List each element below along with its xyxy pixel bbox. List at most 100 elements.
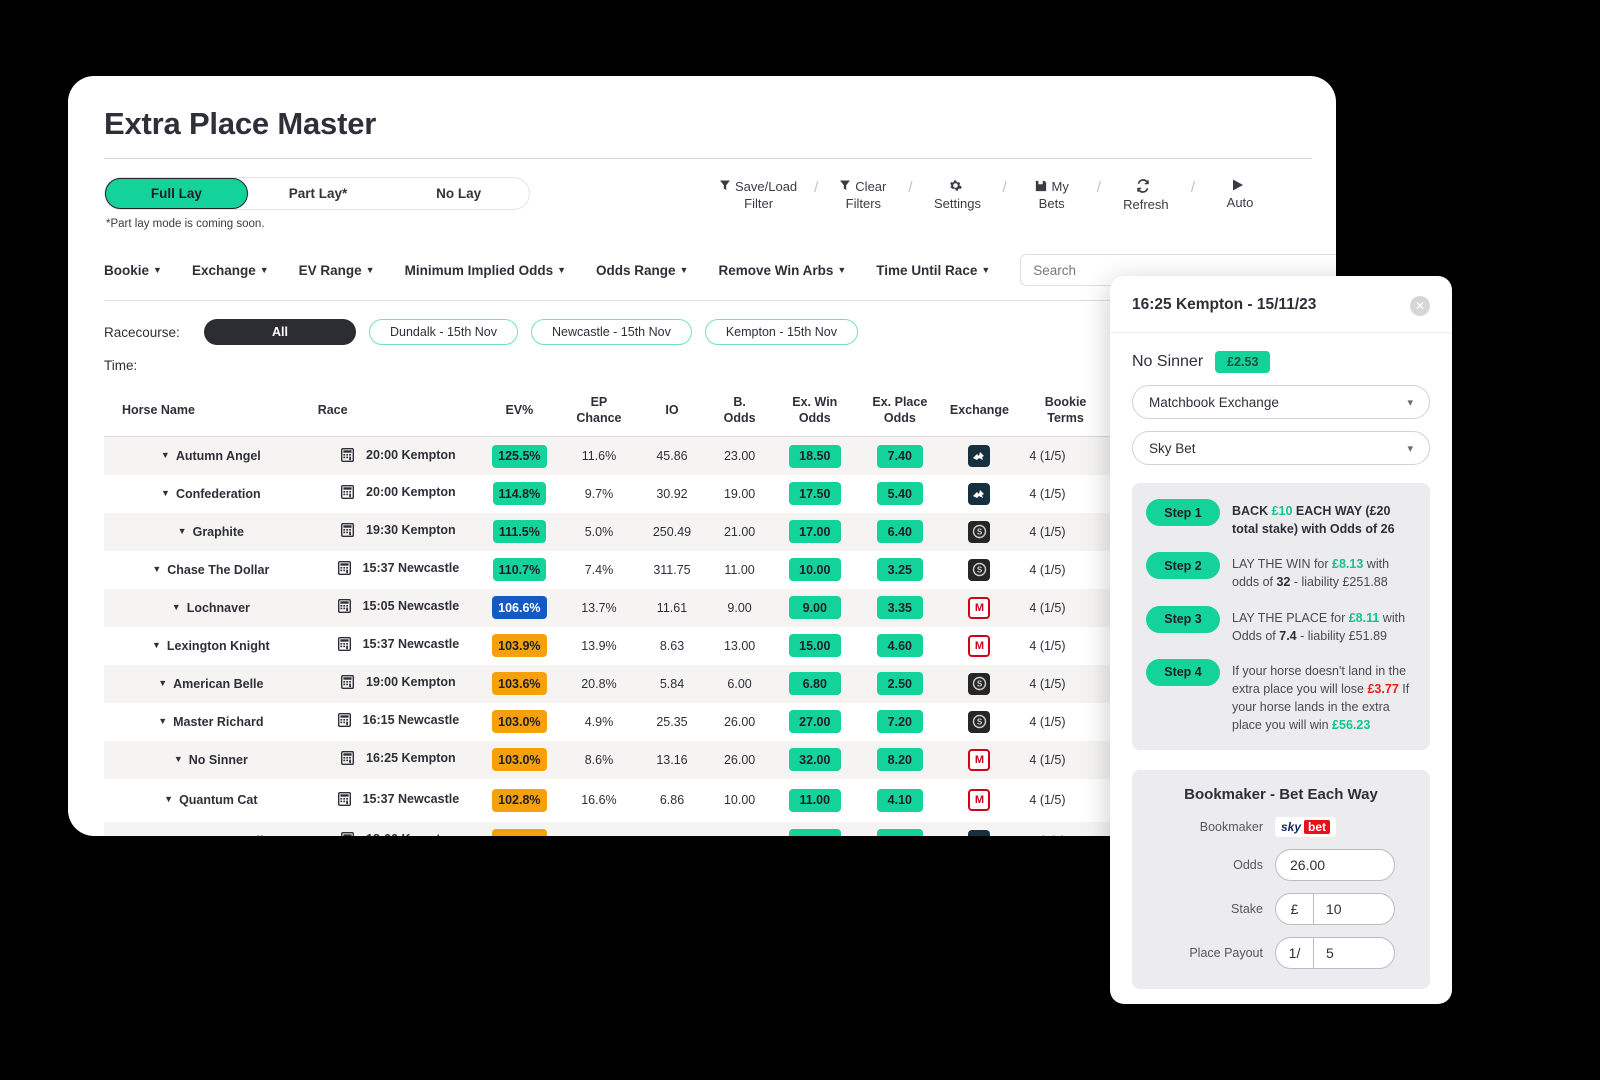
exchange-icon-smarkets[interactable]: S (968, 711, 990, 733)
filter-ev-range[interactable]: EV Range▼ (299, 263, 375, 278)
calculator-icon[interactable] (341, 751, 354, 768)
calculator-icon[interactable] (341, 523, 354, 540)
expand-row-icon[interactable]: ▼ (158, 678, 167, 688)
filter-time-until-race[interactable]: Time Until Race▼ (876, 263, 990, 278)
col-ev[interactable]: EV% (479, 389, 560, 437)
lay-mode-toggle[interactable]: Full Lay Part Lay* No Lay (104, 177, 530, 210)
filter-remove-win-arbs-label: Remove Win Arbs (718, 263, 833, 278)
col-race[interactable]: Race (318, 389, 479, 437)
stake-input[interactable]: 10 (1314, 894, 1394, 924)
step-highlight: 32 (1276, 575, 1290, 589)
exchange-icon-matchbook[interactable]: M (968, 789, 990, 811)
place-payout-input-group[interactable]: 1/ 5 (1275, 937, 1395, 969)
expand-row-icon[interactable]: ▼ (164, 794, 173, 804)
calculator-icon[interactable] (338, 561, 351, 578)
cell-horse-name[interactable]: ▼Confederation (104, 475, 318, 513)
cell-ex-win-odds: 17.00 (773, 513, 856, 551)
cell-ex-place-odds: 13.00 (856, 822, 943, 836)
filter-minimum-implied-odds[interactable]: Minimum Implied Odds▼ (405, 263, 566, 278)
exchange-icon-betfair[interactable] (968, 445, 990, 467)
clear-filters-button[interactable]: Clear Filters (835, 179, 891, 211)
expand-row-icon[interactable]: ▼ (152, 640, 161, 650)
exchange-icon-smarkets[interactable]: S (968, 559, 990, 581)
expand-row-icon[interactable]: ▼ (172, 602, 181, 612)
mode-full-lay[interactable]: Full Lay (105, 178, 248, 209)
bookmaker-select[interactable]: Sky Bet ▾ (1132, 431, 1430, 465)
filter-odds-range[interactable]: Odds Range▼ (596, 263, 688, 278)
refresh-button[interactable]: Refresh (1118, 179, 1174, 212)
exchange-icon-smarkets[interactable]: S (968, 673, 990, 695)
cell-b-odds: 26.00 (706, 703, 774, 741)
cell-ex-win-odds: 15.00 (773, 627, 856, 665)
odds-input[interactable]: 26.00 (1275, 849, 1395, 881)
expand-row-icon[interactable]: ▼ (161, 488, 170, 498)
settings-button[interactable]: Settings (930, 179, 986, 211)
col-b-odds[interactable]: B.Odds (706, 389, 774, 437)
cell-horse-name[interactable]: ▼Lexington Knight (104, 627, 318, 665)
filter-remove-win-arbs[interactable]: Remove Win Arbs▼ (718, 263, 846, 278)
racecourse-chip-all[interactable]: All (204, 319, 356, 345)
cell-horse-name[interactable]: ▼Autumn Angel (104, 437, 318, 475)
ex-win-odds-badge: 15.00 (789, 634, 841, 657)
col-b-odds-l2: Odds (724, 411, 756, 425)
exchange-icon-matchbook[interactable]: M (968, 749, 990, 771)
racecourse-chip-kempton[interactable]: Kempton - 15th Nov (705, 319, 858, 345)
cell-horse-name[interactable]: ▼Quantum Cat (104, 779, 318, 822)
col-ex-win-odds[interactable]: Ex. WinOdds (773, 389, 856, 437)
cell-horse-name[interactable]: ▼Master Richard (104, 703, 318, 741)
place-payout-input[interactable]: 5 (1314, 938, 1394, 968)
ex-place-odds-badge: 4.60 (877, 634, 923, 657)
racecourse-chip-dundalk[interactable]: Dundalk - 15th Nov (369, 319, 518, 345)
ex-place-odds-badge: 6.40 (877, 520, 923, 543)
cell-horse-name[interactable]: ▼Graphite (104, 513, 318, 551)
exchange-select[interactable]: Matchbook Exchange ▾ (1132, 385, 1430, 419)
expand-row-icon[interactable]: ▼ (152, 564, 161, 574)
calculator-icon[interactable] (338, 713, 351, 730)
cell-ex-place-odds: 3.25 (856, 551, 943, 589)
cell-horse-name[interactable]: ▼American Belle (104, 665, 318, 703)
stake-input-group[interactable]: £ 10 (1275, 893, 1395, 925)
col-exchange[interactable]: Exchange (943, 389, 1015, 437)
calculator-icon[interactable] (341, 832, 354, 836)
calculator-icon[interactable] (341, 448, 354, 465)
expand-row-icon[interactable]: ▼ (158, 716, 167, 726)
col-io[interactable]: IO (638, 389, 706, 437)
calculator-icon[interactable] (341, 485, 354, 502)
col-ep-chance[interactable]: EPChance (560, 389, 638, 437)
mode-part-lay[interactable]: Part Lay* (248, 178, 389, 209)
cell-ep-chance: 8.6% (560, 741, 638, 779)
expand-row-icon[interactable]: ▼ (174, 754, 183, 764)
calculator-icon[interactable] (338, 599, 351, 616)
filter-bookie[interactable]: Bookie▼ (104, 263, 162, 278)
exchange-icon-matchbook[interactable]: M (968, 597, 990, 619)
my-bets-button[interactable]: My Bets (1024, 179, 1080, 211)
filter-ev-range-label: EV Range (299, 263, 362, 278)
exchange-icon-betfair[interactable] (968, 483, 990, 505)
cell-exchange (943, 822, 1015, 836)
exchange-icon-matchbook[interactable]: M (968, 635, 990, 657)
cell-ep-chance: 16.6% (560, 779, 638, 822)
cell-horse-name[interactable]: ▼Courageous Strike (104, 822, 318, 836)
col-horse-name[interactable]: Horse Name (104, 389, 318, 437)
col-ex-place-odds[interactable]: Ex. PlaceOdds (856, 389, 943, 437)
col-bookie-terms[interactable]: BookieTerms (1015, 389, 1115, 437)
calculator-icon[interactable] (338, 637, 351, 654)
save-load-filter-button[interactable]: Save/Load Filter (720, 179, 797, 211)
exchange-icon-betfair[interactable] (968, 830, 990, 836)
calculator-icon[interactable] (338, 792, 351, 809)
mode-no-lay[interactable]: No Lay (388, 178, 529, 209)
expand-row-icon[interactable]: ▼ (178, 526, 187, 536)
step-text-part: BACK (1232, 504, 1272, 518)
ex-win-odds-badge: 17.50 (789, 482, 841, 505)
close-icon[interactable]: ✕ (1410, 296, 1430, 316)
exchange-icon-smarkets[interactable]: S (968, 521, 990, 543)
cell-horse-name[interactable]: ▼Chase The Dollar (104, 551, 318, 589)
expand-row-icon[interactable]: ▼ (161, 450, 170, 460)
filter-exchange[interactable]: Exchange▼ (192, 263, 269, 278)
auto-button[interactable]: Auto (1212, 179, 1268, 210)
cell-horse-name[interactable]: ▼No Sinner (104, 741, 318, 779)
calculator-icon[interactable] (341, 675, 354, 692)
expand-row-icon[interactable]: ▼ (148, 835, 157, 836)
racecourse-chip-newcastle[interactable]: Newcastle - 15th Nov (531, 319, 692, 345)
cell-horse-name[interactable]: ▼Lochnaver (104, 589, 318, 627)
